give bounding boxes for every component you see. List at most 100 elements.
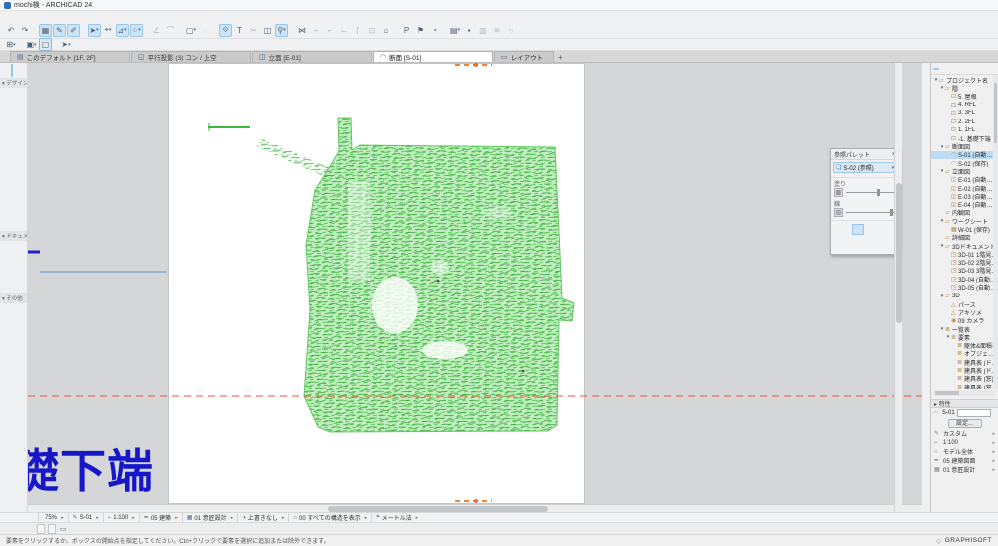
toolbox-tool[interactable] (14, 88, 27, 101)
layer-option[interactable] (48, 523, 56, 534)
toolbar-button[interactable]: ⌙ (338, 24, 351, 37)
tree-item[interactable]: ≣ 建具表 (窓)_2 (931, 383, 998, 389)
toolbar-button[interactable]: ✎ (53, 23, 66, 37)
toolbar-button[interactable]: ⚲ ▾ (275, 23, 288, 37)
slider-track[interactable] (846, 189, 896, 196)
toolbar-button[interactable]: ⌒ (164, 24, 177, 37)
toolbox-tool[interactable] (1, 280, 14, 293)
toolbar-button[interactable]: ↶ (5, 24, 18, 37)
slider-knob[interactable] (890, 209, 893, 216)
toolbox-tool[interactable] (14, 316, 27, 329)
toolbox-tool[interactable] (1, 166, 14, 179)
quick-option[interactable]: ✒ 05 建築 ▸ (138, 513, 182, 522)
toolbox-tool[interactable] (14, 140, 27, 153)
toolbox-tool[interactable] (1, 342, 14, 355)
palette-footer-button[interactable] (867, 224, 879, 235)
quick-option[interactable]: ⌐ 1:100 ▸ (102, 513, 139, 522)
select-tool[interactable] (14, 64, 16, 77)
toolbar-button[interactable]: ➤ ▾ (87, 23, 101, 37)
tree-item[interactable]: ▾ ▱ 階 (931, 84, 998, 92)
tree-horizontal-scrollbar[interactable] (933, 390, 996, 396)
toolbar-button[interactable]: ➤ ▾ (60, 38, 73, 51)
tree-item[interactable]: ◳ 3D-04 (自動再構築) (931, 275, 998, 284)
toolbox-tool[interactable] (14, 355, 27, 368)
toolbar-button[interactable]: ✐ (67, 23, 80, 37)
toolbox-tool[interactable] (14, 368, 27, 381)
toolbox-tool[interactable] (14, 166, 27, 179)
palette-title-bar[interactable]: 参照パレット × (831, 149, 899, 160)
toolbar-button[interactable]: ▪ (463, 24, 476, 37)
canvas-vertical-scrollbar[interactable] (894, 63, 902, 512)
toolbar-button[interactable]: ≋ (491, 24, 504, 37)
toolbox-tool[interactable] (1, 267, 14, 280)
toolbar-button[interactable]: ⊡ (366, 24, 379, 37)
toolbox-tool[interactable] (1, 205, 14, 218)
tree-item[interactable]: ▾ ▱ 3Dドキュメント (931, 242, 998, 250)
toolbox-tool[interactable] (14, 329, 27, 342)
tree-item[interactable]: ⊡ 1. 1FL (931, 126, 998, 134)
quick-option[interactable]: 75% ▸ (38, 513, 68, 522)
view-property-row[interactable]: ✒ 05 建築図面 ▸ (931, 456, 998, 466)
tree-item[interactable]: ⊡ 3. 3FL (931, 109, 998, 117)
toolbox-tool[interactable] (1, 153, 14, 166)
toolbar-button[interactable]: ◫ (261, 24, 274, 37)
tree-item[interactable]: ▦ W-01 (保存) (931, 225, 998, 234)
view-tab[interactable]: ▤ このデフォルト [1F, 2F] (10, 51, 130, 62)
scrollbar-thumb[interactable] (896, 183, 902, 323)
view-property-row[interactable]: ✎ カスタム ▸ (931, 429, 998, 439)
toolbar-button[interactable]: ∠ (150, 24, 163, 37)
tree-item[interactable]: ▾ ▱ プロジェクト名 (931, 76, 998, 84)
toolbar-button[interactable]: ⁘ ▾ (129, 23, 143, 37)
toolbar-button[interactable]: ⌈ (352, 24, 365, 37)
toolbox-tool[interactable] (1, 101, 14, 114)
toolbar-button[interactable]: ⟐ (219, 23, 232, 37)
toolbar-button[interactable]: T (233, 24, 246, 37)
tree-item[interactable]: △ パース (931, 300, 998, 309)
toolbar-button[interactable]: ◔ (428, 24, 441, 37)
tree-item[interactable]: ◳ 3D-01 1階見上げ (931, 250, 998, 259)
toolbar-button[interactable]: ⌂ (380, 24, 393, 37)
view-property-row[interactable]: ⌐ 1:100 ▸ (931, 438, 998, 447)
layer-extra-icon[interactable]: ▭ (60, 525, 67, 533)
tree-item[interactable]: ▾ ≣ 要素 (931, 333, 998, 341)
toolbar-button[interactable]: ⌐ (324, 24, 337, 37)
palette-footer-button[interactable] (851, 224, 864, 235)
tree-item[interactable]: ▾ ▱ 立面図 (931, 167, 998, 175)
toolbar-button[interactable]: ▦ (39, 23, 52, 37)
toolbar-button[interactable]: ⚑ (414, 24, 427, 37)
slider-track[interactable] (846, 209, 896, 216)
toolbox-tool[interactable] (14, 218, 27, 231)
toolbox-tool[interactable] (1, 303, 14, 316)
view-tab[interactable]: ◫ 立面 [E-01] (252, 51, 372, 62)
tree-item[interactable]: ◳ 3D-03 3階見上げ (931, 267, 998, 275)
toolbox-tool[interactable] (14, 303, 27, 316)
view-tab[interactable]: ◱ 平行投影 (3) コン / 上空 (131, 51, 251, 62)
toolbox-tool[interactable] (1, 192, 14, 205)
toolbox-tool[interactable] (14, 101, 27, 114)
view-name-input[interactable] (956, 409, 991, 417)
toolbox-tool[interactable] (1, 179, 14, 192)
toolbox-tool[interactable] (14, 280, 27, 293)
toolbox-tool[interactable] (1, 127, 14, 140)
toolbox-tool[interactable] (14, 153, 27, 166)
quick-option[interactable]: ⌂ 00 すべての構造を表示 ▸ (288, 513, 371, 522)
palette-footer-button[interactable] (837, 224, 849, 235)
scrollbar-thumb[interactable] (994, 83, 997, 143)
view-tab[interactable]: ◠ 断面 [S-01] (373, 51, 493, 62)
toolbox-tool[interactable] (1, 241, 14, 254)
toolbox-group-design[interactable]: ▾ デザイン (0, 78, 27, 88)
tree-item[interactable]: ≣ 建具表 (ドア) (931, 358, 998, 367)
toolbar-button[interactable]: ▣ ▾ (25, 38, 38, 51)
toolbar-button[interactable]: ⌖ ▾ (102, 24, 115, 37)
quick-option[interactable]: ✎ S-01 ▸ (67, 513, 103, 522)
tree-item[interactable]: ⊡ 5. 屋根 (931, 93, 998, 101)
toolbox-tool[interactable] (14, 179, 27, 192)
tree-item[interactable]: ◉ 09 カメラ (931, 317, 998, 325)
toolbar-button[interactable]: ⊞ ▾ (5, 38, 18, 51)
toolbar-button[interactable]: ▢ (39, 38, 52, 51)
toolbox-tool[interactable] (1, 254, 14, 267)
tree-item[interactable]: ▾ ▱ 断面図 (931, 142, 998, 151)
toolbox-tool[interactable] (1, 140, 14, 153)
reference-dropdown[interactable]: ❏ S-02 (参照) ▾ (833, 162, 897, 173)
line-swatch[interactable]: ▨ (834, 208, 843, 217)
